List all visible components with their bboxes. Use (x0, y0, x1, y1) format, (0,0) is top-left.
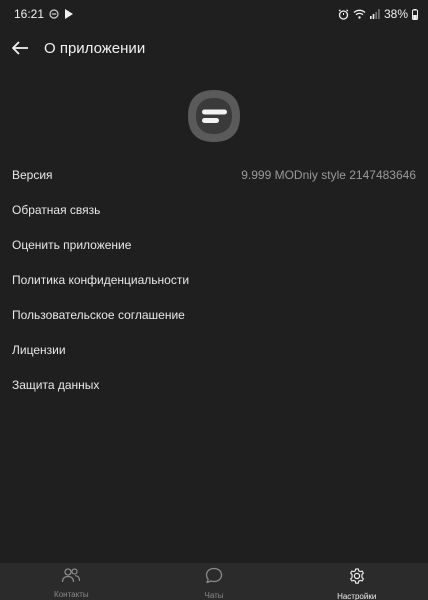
settings-item-licenses[interactable]: Лицензии (0, 332, 428, 367)
settings-item-user-agreement[interactable]: Пользовательское соглашение (0, 297, 428, 332)
settings-item-label: Обратная связь (12, 202, 101, 217)
settings-item-label: Пользовательское соглашение (12, 307, 185, 322)
gear-icon (348, 567, 366, 590)
nav-item-label: Чаты (204, 591, 224, 600)
settings-item-rate-app[interactable]: Оценить приложение (0, 227, 428, 262)
nav-item-label: Контакты (54, 590, 89, 599)
settings-item-feedback[interactable]: Обратная связь (0, 192, 428, 227)
settings-item-version[interactable]: Версия 9.999 MODniy style 2147483646 (0, 157, 428, 192)
arrow-left-icon (11, 40, 29, 61)
play-icon (64, 9, 74, 19)
about-settings-list: Версия 9.999 MODniy style 2147483646 Обр… (0, 157, 428, 402)
status-time: 16:21 (14, 7, 45, 21)
settings-item-label: Защита данных (12, 377, 100, 392)
do-not-disturb-icon (49, 9, 59, 19)
nav-item-contacts[interactable]: Контакты (0, 563, 143, 600)
nav-item-chats[interactable]: Чаты (143, 563, 286, 600)
contacts-icon (61, 567, 81, 588)
settings-item-label: Политика конфиденциальности (12, 272, 190, 287)
status-bar-right: 38% (338, 7, 418, 21)
bottom-navigation: Контакты Чаты Настройки (0, 563, 428, 600)
page-title: О приложении (44, 40, 146, 57)
version-value: 9.999 MODniy style 2147483646 (241, 167, 416, 182)
settings-item-data-protection[interactable]: Защита данных (0, 367, 428, 402)
status-bar: 16:21 38% (0, 0, 428, 28)
battery-icon (412, 8, 418, 20)
settings-item-label: Лицензии (12, 342, 66, 357)
settings-item-privacy-policy[interactable]: Политика конфиденциальности (0, 262, 428, 297)
settings-item-label: Версия (12, 167, 53, 182)
app-logo (185, 87, 243, 145)
about-app-screen: 16:21 38% О приложении Версия 9.999 MODn… (0, 0, 428, 600)
nav-item-settings[interactable]: Настройки (285, 563, 428, 600)
wifi-icon (353, 9, 366, 19)
nav-item-label: Настройки (337, 592, 377, 600)
battery-level: 38% (383, 7, 408, 21)
alarm-icon (338, 8, 349, 20)
signal-icon (369, 9, 380, 19)
chat-bubble-icon (205, 567, 223, 589)
back-button[interactable] (6, 36, 34, 64)
settings-item-label: Оценить приложение (12, 237, 132, 252)
top-app-bar: О приложении (0, 28, 428, 72)
status-bar-left: 16:21 (14, 7, 74, 21)
